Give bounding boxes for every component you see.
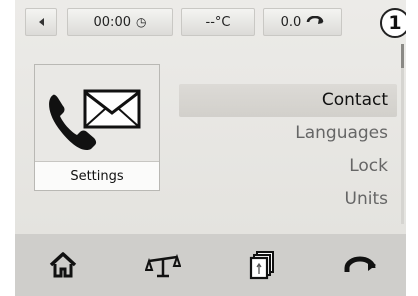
consumption-value: 0.0 bbox=[280, 14, 302, 30]
cards-button[interactable] bbox=[222, 234, 302, 296]
clock-display: 00:00 ◷ bbox=[67, 8, 173, 36]
display-screen: 00:00 ◷ --°C 0.0 1 Settings Contact Lang… bbox=[15, 0, 406, 234]
tile-label: Settings bbox=[35, 161, 159, 190]
home-button[interactable] bbox=[23, 234, 103, 296]
time-value: 00:00 bbox=[93, 14, 131, 30]
loop-icon bbox=[306, 15, 324, 29]
phone-envelope-icon bbox=[49, 89, 141, 151]
settings-tile[interactable]: Settings bbox=[34, 64, 160, 191]
clock-icon: ◷ bbox=[135, 15, 147, 29]
home-icon bbox=[49, 252, 77, 278]
rotate-icon bbox=[344, 256, 376, 272]
rotate-button[interactable] bbox=[320, 234, 400, 296]
cards-icon bbox=[249, 251, 274, 280]
menu-item-languages[interactable]: Languages bbox=[179, 117, 397, 150]
back-arrow-icon bbox=[38, 18, 44, 26]
scale-icon bbox=[145, 253, 181, 278]
back-button[interactable] bbox=[25, 8, 57, 36]
scrollbar-thumb[interactable] bbox=[401, 44, 404, 68]
menu-item-units[interactable]: Units bbox=[179, 183, 397, 216]
status-bar: 00:00 ◷ --°C 0.0 bbox=[15, 8, 406, 36]
bottom-toolbar bbox=[15, 234, 406, 296]
settings-menu: Contact Languages Lock Units bbox=[179, 84, 397, 216]
temperature-display: --°C bbox=[181, 8, 255, 36]
menu-item-lock[interactable]: Lock bbox=[179, 150, 397, 183]
temperature-value: --°C bbox=[205, 14, 231, 30]
scrollbar[interactable] bbox=[401, 44, 404, 224]
step-number-badge: 1 bbox=[380, 8, 406, 38]
menu-item-contact[interactable]: Contact bbox=[179, 84, 397, 117]
balance-button[interactable] bbox=[123, 234, 203, 296]
consumption-display: 0.0 bbox=[263, 8, 342, 36]
